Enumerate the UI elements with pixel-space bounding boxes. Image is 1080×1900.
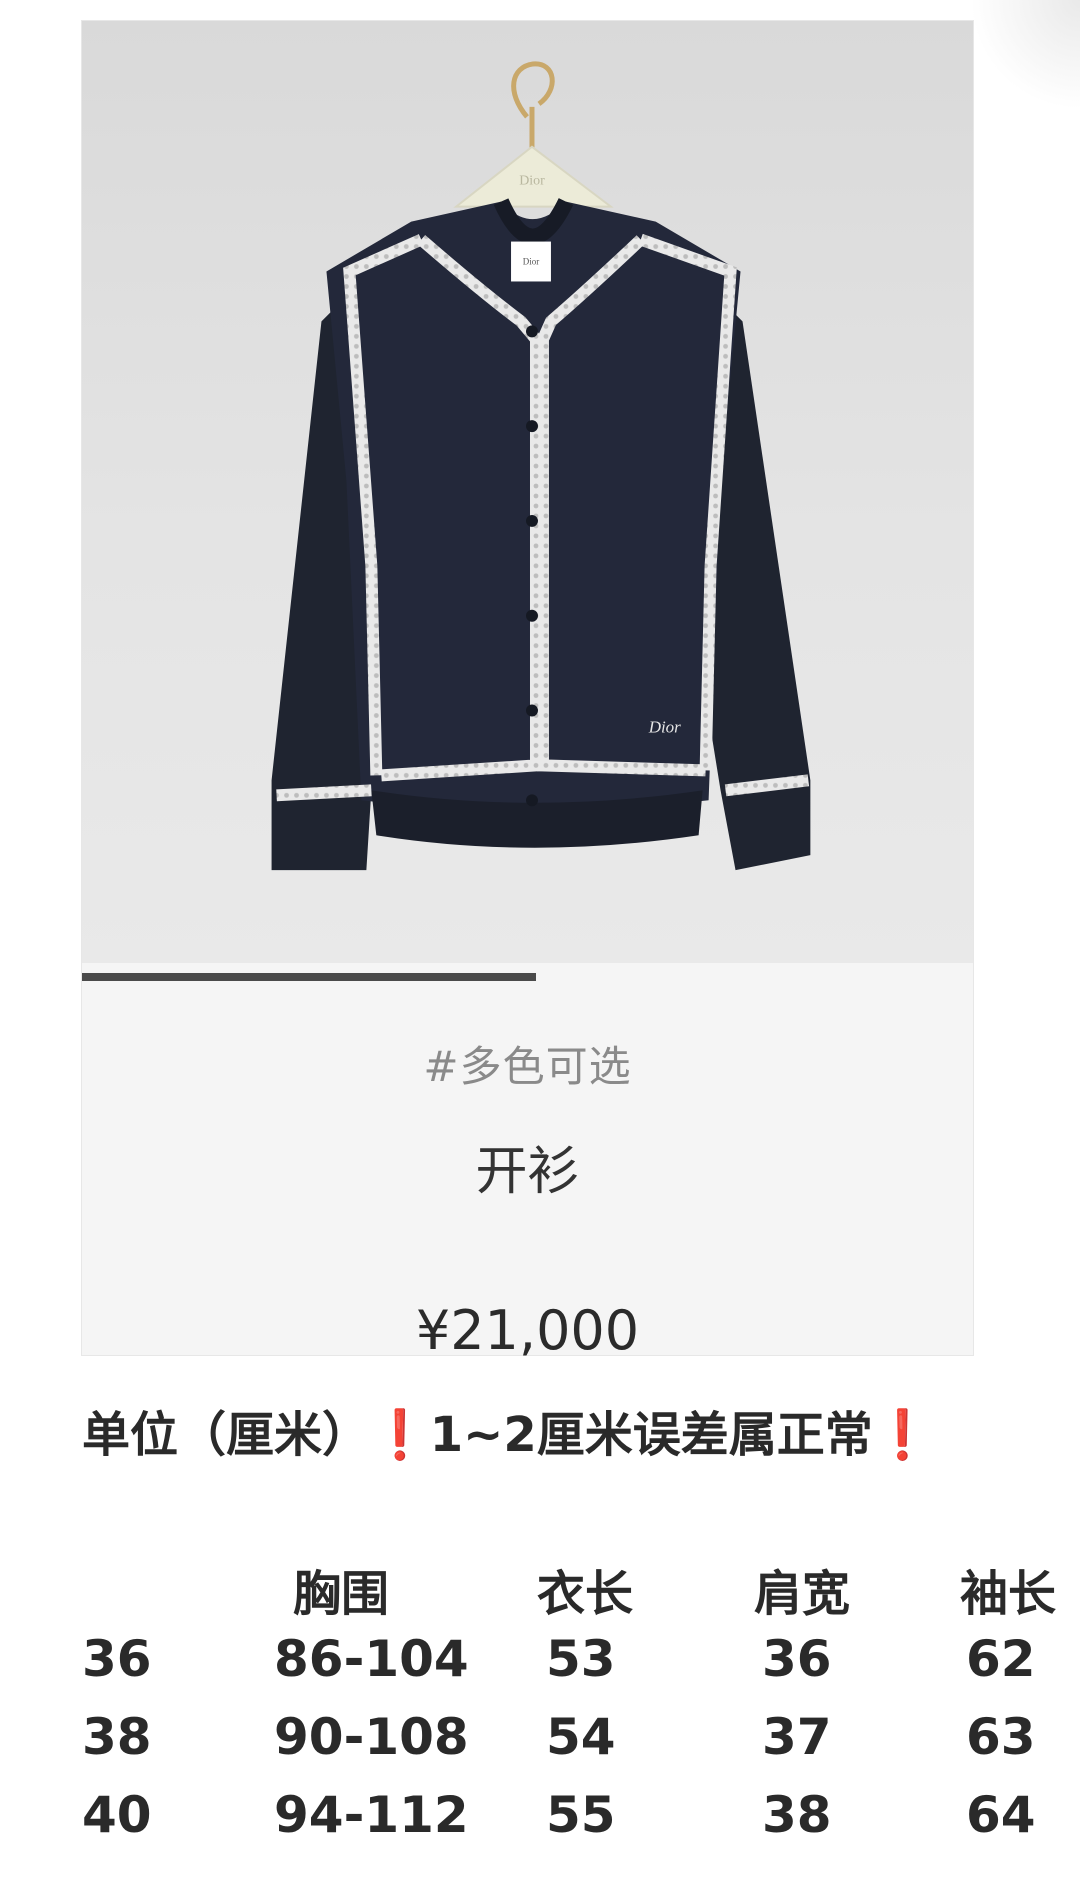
table-row-sleeve: 63 <box>966 1708 1036 1766</box>
carousel-progress-fill <box>82 973 537 981</box>
table-row-length: 53 <box>546 1630 616 1688</box>
table-row-size: 36 <box>82 1630 152 1688</box>
table-row-sleeve: 64 <box>966 1786 1036 1844</box>
table-row-shoulder: 38 <box>762 1786 832 1844</box>
header-chest: 胸围 <box>293 1566 390 1622</box>
embroidered-logo: Dior <box>648 717 681 736</box>
size-note: 单位（厘米）❗1~2厘米误差属正常❗ <box>82 1395 933 1465</box>
header-shoulder: 肩宽 <box>754 1566 851 1622</box>
hanger: Dior <box>453 61 614 208</box>
size-note-unit: 单位（厘米） <box>82 1407 371 1463</box>
cardigan-illustration: Dior Dior Dior <box>271 61 811 871</box>
product-card[interactable]: Dior Dior Dior #多色可选 开衫 ¥21,000 <box>81 20 974 1362</box>
exclamation-icon: ❗ <box>370 1407 430 1463</box>
carousel-progress-bar <box>82 973 973 981</box>
table-row-sleeve: 62 <box>966 1630 1036 1688</box>
table-row-length: 54 <box>546 1708 616 1766</box>
product-image[interactable]: Dior Dior Dior <box>82 21 973 963</box>
header-length: 衣长 <box>537 1566 634 1622</box>
product-tag[interactable]: #多色可选 <box>82 1033 973 1094</box>
neck-label-text: Dior <box>523 257 539 267</box>
table-row-chest: 94-112 <box>274 1786 469 1844</box>
background-glow <box>970 0 1080 110</box>
hanger-brand-text: Dior <box>519 174 545 189</box>
header-sleeve: 袖长 <box>960 1566 1057 1622</box>
table-row-shoulder: 36 <box>762 1630 832 1688</box>
exclamation-icon: ❗ <box>872 1407 933 1463</box>
table-row-shoulder: 37 <box>762 1708 832 1766</box>
size-note-tolerance: 1~2厘米误差属正常 <box>429 1407 873 1463</box>
product-price: ¥21,000 <box>415 1299 640 1362</box>
table-row-size: 40 <box>82 1786 152 1844</box>
table-row-length: 55 <box>546 1786 616 1844</box>
table-row-chest: 90-108 <box>274 1708 469 1766</box>
table-row-chest: 86-104 <box>274 1630 469 1688</box>
table-row-size: 38 <box>82 1708 152 1766</box>
product-title: 开衫 <box>475 1142 580 1202</box>
